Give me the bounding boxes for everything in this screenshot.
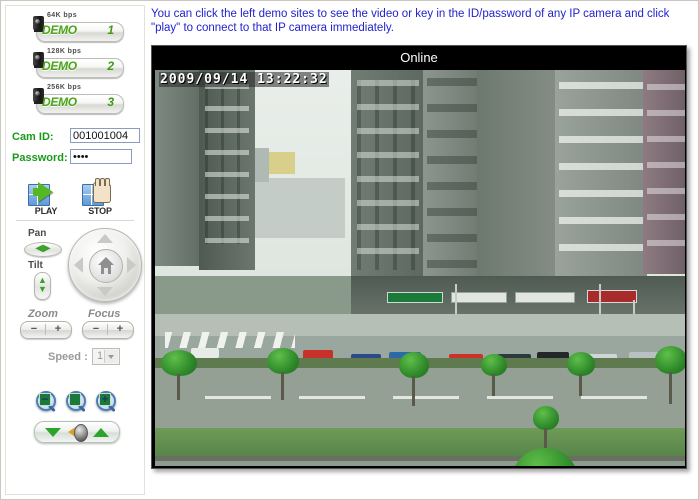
app-root: 64K bps DEMO 1 128K bps DEMO 2 256K bps … <box>0 0 699 500</box>
home-icon <box>98 257 114 274</box>
tilt-control[interactable]: ▲ ▼ <box>34 272 51 300</box>
panel-divider-top <box>16 220 134 221</box>
demo-number-label: 2 <box>107 59 114 73</box>
control-panel: 64K bps DEMO 1 128K bps DEMO 2 256K bps … <box>5 5 145 495</box>
speed-label: Speed : <box>48 351 88 363</box>
volume-up-icon[interactable] <box>93 428 109 437</box>
scene-windows-center <box>357 80 419 270</box>
scene-crosswalk <box>165 332 295 348</box>
demo-word-label: DEMO <box>42 95 77 109</box>
video-stream[interactable]: 2009/09/14 13:22:32 <box>155 70 685 466</box>
demo-site-button-3[interactable]: 256K bps DEMO 3 <box>26 84 124 114</box>
scene-lower-road <box>155 461 685 466</box>
transport-controls: PLAY STOP <box>6 178 144 222</box>
zoom-minus-button[interactable]: − <box>22 322 46 336</box>
demo-site-button-2[interactable]: 128K bps DEMO 2 <box>26 48 124 78</box>
demo-number-label: 1 <box>107 23 114 37</box>
left-right-arrows-icon: ◀▶ <box>35 243 51 254</box>
ptz-dpad[interactable] <box>68 228 142 302</box>
password-label: Password: <box>12 152 68 164</box>
demo-word-label: DEMO <box>42 59 77 73</box>
demo-word-label: DEMO <box>42 23 77 37</box>
play-arrow-head-icon <box>38 182 53 202</box>
demo-bitrate-label: 256K bps <box>47 84 82 91</box>
zoom-in-sign: + <box>99 393 111 406</box>
scene-lane-mark <box>299 396 365 399</box>
scene-street-sign-4 <box>587 290 637 303</box>
focus-label: Focus <box>88 308 121 320</box>
scene-street-sign-3 <box>515 292 575 303</box>
cam-id-label: Cam ID: <box>12 131 54 143</box>
scene-building-right <box>477 70 563 276</box>
scene-building-left <box>155 70 203 266</box>
zoom-out-sign: − <box>39 393 51 406</box>
pan-down-arrow-icon[interactable] <box>97 287 113 296</box>
cam-id-input[interactable] <box>70 128 140 143</box>
scene-lane-mark <box>205 396 271 399</box>
scene-grass-median <box>155 428 685 456</box>
pan-control[interactable]: ◀▶ <box>24 242 62 257</box>
ptz-home-button[interactable] <box>89 249 123 283</box>
demo-bitrate-label: 128K bps <box>47 48 82 55</box>
pan-up-arrow-icon[interactable] <box>97 234 113 243</box>
scene-windows-left <box>205 84 249 244</box>
instruction-notice: You can click the left demo sites to see… <box>151 8 670 34</box>
scene-far-yellow <box>269 152 295 174</box>
speaker-icon[interactable] <box>68 423 88 442</box>
demo-bitrate-label: 64K bps <box>47 12 78 19</box>
zoom-in-icon[interactable]: + <box>96 391 118 413</box>
zoom-out-icon[interactable]: − <box>36 391 58 413</box>
zoom-label: Zoom <box>28 308 58 320</box>
volume-down-icon[interactable] <box>45 428 61 437</box>
ptz-controls: Pan ◀▶ Tilt ▲ ▼ <box>6 226 144 306</box>
demo-site-list: 64K bps DEMO 1 128K bps DEMO 2 256K bps … <box>6 12 144 120</box>
pan-label: Pan <box>28 228 47 239</box>
video-panel: Online 2009/09/14 13:22:32 <box>151 45 687 469</box>
demo-number-label: 3 <box>107 95 114 109</box>
focus-plus-button[interactable]: + <box>108 322 132 336</box>
zoom-stepper[interactable]: − + <box>20 321 72 339</box>
zoom-plus-button[interactable]: + <box>46 322 70 336</box>
pan-right-arrow-icon[interactable] <box>127 257 136 273</box>
scene-lane-mark <box>581 396 647 399</box>
up-down-arrows-icon: ▲ ▼ <box>38 275 47 294</box>
play-button-label: PLAY <box>34 206 58 216</box>
video-timestamp-overlay: 2009/09/14 13:22:32 <box>159 72 329 87</box>
demo-site-button-1[interactable]: 64K bps DEMO 1 <box>26 12 124 42</box>
zoom-normal-icon[interactable] <box>66 391 88 413</box>
scene-balconies-right <box>559 82 643 268</box>
stop-button-label: STOP <box>88 206 112 216</box>
password-input[interactable] <box>70 149 132 164</box>
pan-left-arrow-icon[interactable] <box>74 257 83 273</box>
speed-select[interactable]: 1 <box>92 348 120 365</box>
video-status-title: Online <box>152 46 686 70</box>
scene-street-sign-2 <box>451 292 507 303</box>
stop-hand-icon <box>93 178 111 203</box>
audio-control-bar <box>34 421 120 443</box>
play-button[interactable]: PLAY <box>24 182 68 220</box>
tilt-label: Tilt <box>28 260 43 271</box>
scene-street-sign-1 <box>387 292 443 303</box>
scene-lane-mark <box>487 396 553 399</box>
focus-stepper[interactable]: − + <box>82 321 134 339</box>
scene-windows-center2 <box>427 78 477 268</box>
focus-minus-button[interactable]: − <box>84 322 108 336</box>
chevron-down-icon[interactable] <box>104 350 118 363</box>
zoom-normal-sign <box>69 393 81 406</box>
scene-lane-mark <box>393 396 459 399</box>
scene-windows-far-right <box>647 84 685 264</box>
stop-button[interactable]: STOP <box>78 178 122 220</box>
speed-value: 1 <box>97 350 104 362</box>
